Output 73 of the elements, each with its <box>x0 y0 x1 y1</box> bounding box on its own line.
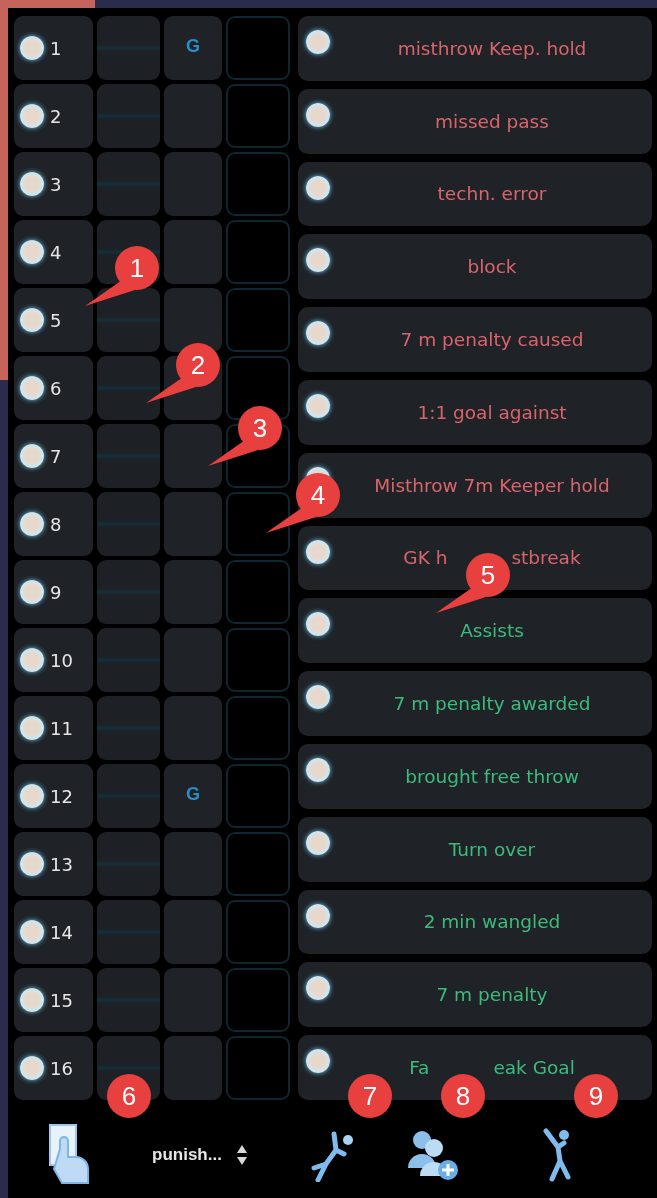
player-button[interactable]: 5 <box>14 288 93 352</box>
sort-arrows-icon <box>235 1144 248 1166</box>
player-slot <box>164 696 222 760</box>
player-slot <box>164 832 222 896</box>
player-slot <box>164 424 222 488</box>
player-slot <box>97 628 160 692</box>
player-button[interactable]: 8 <box>14 492 93 556</box>
player-button[interactable]: 4 <box>14 220 93 284</box>
player-slot <box>97 288 160 352</box>
action-button[interactable]: missed pass <box>298 88 652 154</box>
player-button[interactable]: 15 <box>14 968 93 1032</box>
player-slot <box>226 968 290 1032</box>
player-slot <box>226 560 290 624</box>
player-slot <box>226 16 290 80</box>
player-slot <box>226 492 290 556</box>
player-slot <box>164 628 222 692</box>
player-button[interactable]: 3 <box>14 152 93 216</box>
player-slot <box>164 492 222 556</box>
player-button[interactable]: 13 <box>14 832 93 896</box>
goalkeeper-mark: G <box>164 764 222 828</box>
player-slot <box>226 832 290 896</box>
player-button[interactable]: 9 <box>14 560 93 624</box>
player-slot <box>164 220 222 284</box>
player-slot <box>164 288 222 352</box>
player-button[interactable]: 12 <box>14 764 93 828</box>
player-slot <box>97 84 160 148</box>
player-slot <box>164 560 222 624</box>
action-button[interactable]: 7 m penalty awarded <box>298 671 652 736</box>
player-slot <box>226 220 290 284</box>
goalkeeper-mark: G <box>164 16 222 80</box>
player-slot <box>226 84 290 148</box>
player-button[interactable]: 2 <box>14 84 93 148</box>
action-button[interactable]: techn. error <box>298 161 652 227</box>
penalty-dropdown[interactable]: punish... <box>152 1144 248 1166</box>
player-button[interactable]: 11 <box>14 696 93 760</box>
player-slot <box>164 900 222 964</box>
action-button[interactable]: 7 m penalty <box>298 962 652 1028</box>
player-button[interactable]: 6 <box>14 356 93 420</box>
action-button[interactable]: 2 min wangled <box>298 889 652 955</box>
player-slot <box>97 16 160 80</box>
action-button[interactable]: brought free throw <box>298 743 652 809</box>
action-button[interactable]: 7 m penalty caused <box>298 307 652 372</box>
player-slot <box>97 764 160 828</box>
player-slot <box>164 84 222 148</box>
player-slot <box>226 628 290 692</box>
action-button[interactable]: Assists <box>298 598 652 664</box>
player-slot <box>97 968 160 1032</box>
action-button[interactable]: block <box>298 234 652 300</box>
player-slot <box>226 764 290 828</box>
player-slot <box>97 356 160 420</box>
player-slot <box>97 424 160 488</box>
player-slot <box>226 696 290 760</box>
player-slot <box>164 1036 222 1100</box>
player-button[interactable]: 1 <box>14 16 93 80</box>
action-button[interactable]: Turn over <box>298 816 652 882</box>
player-slot <box>226 152 290 216</box>
player-slot <box>97 696 160 760</box>
action-button[interactable]: misthrow Keep. hold <box>298 16 652 81</box>
player-slot <box>97 492 160 556</box>
player-slot <box>226 288 290 352</box>
player-slot <box>164 968 222 1032</box>
action-button[interactable]: 1:1 goal against <box>298 380 652 445</box>
player-slot <box>226 900 290 964</box>
player-slot <box>97 152 160 216</box>
player-slot <box>226 1036 290 1100</box>
player-slot <box>226 356 290 420</box>
player-button[interactable]: 7 <box>14 424 93 488</box>
player-slot <box>97 560 160 624</box>
player-slot <box>97 832 160 896</box>
player-button[interactable]: 10 <box>14 628 93 692</box>
player-slot <box>97 900 160 964</box>
player-slot <box>164 152 222 216</box>
player-button[interactable]: 14 <box>14 900 93 964</box>
